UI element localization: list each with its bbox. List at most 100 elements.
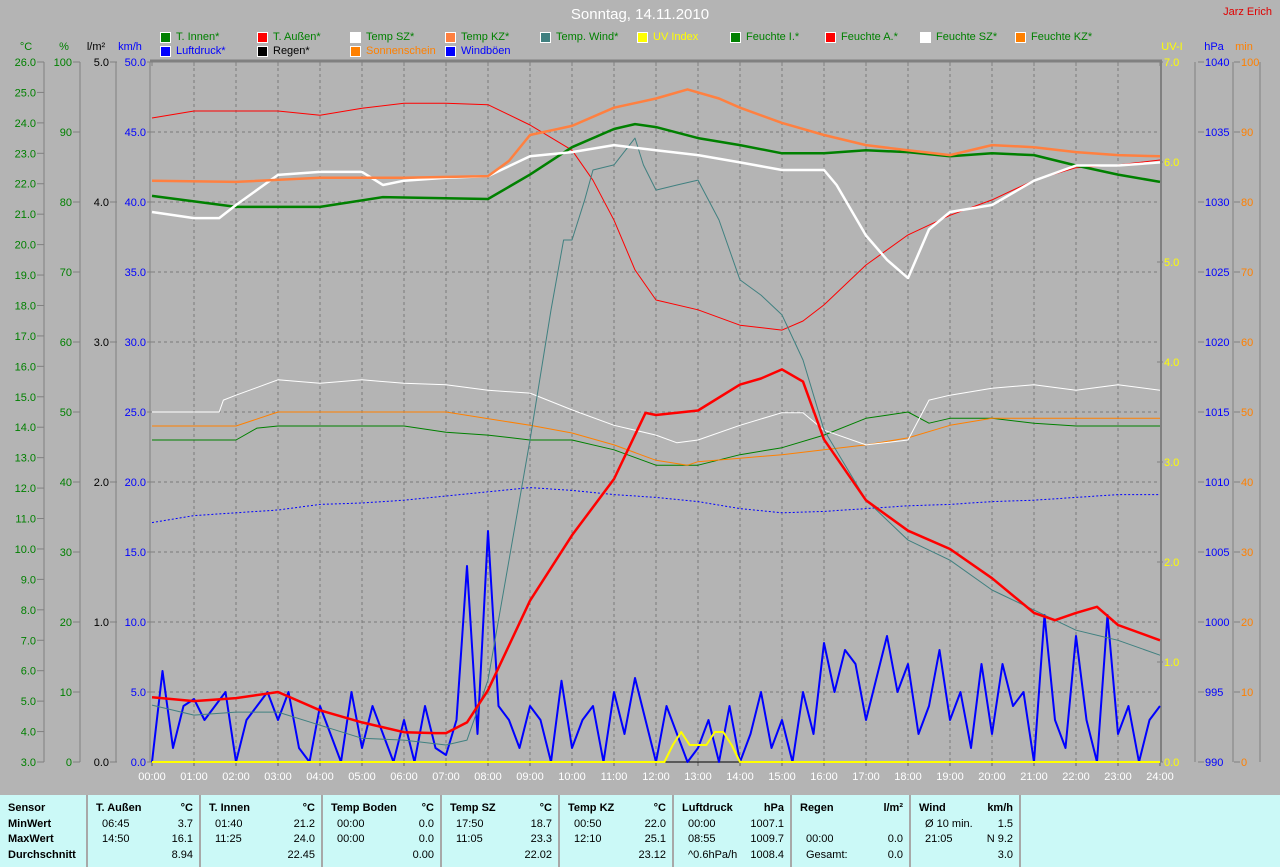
stats-label (800, 817, 903, 833)
y-tick-label-press: 1020 (1205, 337, 1229, 349)
stats-row: 0.00 (331, 848, 434, 864)
x-tick-label: 17:00 (852, 771, 880, 783)
stats-value: °C (302, 802, 315, 814)
legend-label: Regen* (273, 45, 310, 57)
series-luftdruck (151, 487, 1160, 524)
x-tick-label: 16:00 (810, 771, 838, 783)
stats-label: Regen (800, 802, 834, 814)
y-tick-label-wind: 10.0 (125, 617, 146, 629)
stats-value: l/m² (883, 802, 903, 814)
legend-swatch (160, 31, 171, 43)
y-tick-label-temp: 26.0 (15, 57, 36, 69)
legend-item: T. Innen* (160, 31, 219, 43)
stats-row: MaxWert (8, 832, 80, 848)
stats-row: 00:00 1007.1 (682, 817, 784, 833)
stats-label: 12:10 (574, 833, 602, 845)
axis-unit-wind: km/h (118, 41, 142, 53)
y-tick-label-wind: 5.0 (131, 687, 146, 699)
stats-row: 23.12 (568, 848, 666, 864)
y-tick-label-temp: 7.0 (21, 635, 36, 647)
y-tick-label-rain: 5.0 (94, 57, 109, 69)
y-tick-label-temp: 13.0 (15, 453, 36, 465)
y-tick-label-press: 1005 (1205, 547, 1229, 559)
legend-label: Feuchte KZ* (1031, 31, 1093, 43)
stats-row: 01:40 21.2 (209, 817, 315, 833)
legend-swatch (730, 31, 741, 43)
y-tick-label-hum: 90 (60, 127, 72, 139)
stats-row: 8.94 (96, 848, 193, 864)
legend-swatch (825, 31, 836, 43)
y-tick-label-wind: 30.0 (125, 337, 146, 349)
x-tick-label: 07:00 (432, 771, 460, 783)
stats-table: Sensor MinWert MaxWert Durchschnitt T. Außen… (0, 795, 1280, 867)
stats-label (450, 848, 524, 864)
x-tick-label: 18:00 (894, 771, 922, 783)
y-tick-label-temp: 5.0 (21, 696, 36, 708)
y-tick-label-temp: 18.0 (15, 300, 36, 312)
stats-row: 00:00 0.0 (331, 817, 434, 833)
y-tick-label-hum: 40 (60, 477, 72, 489)
stats-value: °C (421, 802, 434, 814)
x-tick-label: 06:00 (390, 771, 418, 783)
y-tick-label-press: 1035 (1205, 127, 1229, 139)
y-tick-label-hum: 100 (54, 57, 72, 69)
y-tick-label-press: 990 (1205, 757, 1223, 769)
stats-label: 21:05 (925, 833, 953, 845)
x-tick-label: 00:00 (138, 771, 166, 783)
y-tick-label-press: 1010 (1205, 477, 1229, 489)
legend-item: UV Index (637, 31, 698, 43)
stats-label: Gesamt: (806, 848, 848, 861)
legend-item: Temp SZ* (350, 31, 414, 43)
legend-label: T. Außen* (273, 31, 321, 43)
y-tick-label-rain: 3.0 (94, 337, 109, 349)
x-tick-label: 03:00 (264, 771, 292, 783)
y-tick-label-sun: 30 (1241, 547, 1253, 559)
x-tick-label: 22:00 (1062, 771, 1090, 783)
axis-unit-hum: % (59, 41, 69, 53)
stats-value: 8.94 (171, 848, 193, 861)
stats-label: ^0.6hPa/h (688, 848, 738, 861)
stats-label: Luftdruck (682, 802, 733, 814)
legend-item: Feuchte KZ* (1015, 31, 1092, 43)
y-tick-label-wind: 40.0 (125, 197, 146, 209)
axis-unit-press: hPa (1204, 41, 1224, 53)
legend-swatch (160, 45, 171, 57)
stats-label: 00:00 (337, 833, 365, 845)
legend-item: Luftdruck* (160, 45, 226, 57)
x-tick-label: 02:00 (222, 771, 250, 783)
y-tick-label-sun: 50 (1241, 407, 1253, 419)
y-tick-label-sun: 70 (1241, 267, 1253, 279)
x-tick-label: 05:00 (348, 771, 376, 783)
x-tick-label: 23:00 (1104, 771, 1132, 783)
y-tick-label-sun: 90 (1241, 127, 1253, 139)
stats-value: 16.1 (171, 833, 193, 845)
stats-label: MinWert (8, 817, 52, 830)
y-tick-label-uv: 0.0 (1164, 757, 1179, 769)
author-label: Jarz Erich (1223, 6, 1272, 18)
stats-label: 11:05 (456, 833, 483, 845)
y-tick-label-temp: 24.0 (15, 118, 36, 130)
stats-row: 22.02 (450, 848, 552, 864)
y-tick-label-temp: 10.0 (15, 544, 36, 556)
y-tick-label-hum: 30 (60, 547, 72, 559)
stats-row: 00:00 0.0 (331, 832, 434, 848)
x-tick-label: 09:00 (516, 771, 544, 783)
x-tick-label: 12:00 (642, 771, 670, 783)
series-feuchte-i (152, 411, 1160, 466)
axis-unit-rain: l/m² (87, 41, 106, 53)
stats-label: Ø 10 min. (925, 817, 973, 830)
y-tick-label-temp: 22.0 (15, 179, 36, 191)
legend-swatch (445, 45, 456, 57)
stats-row: Durchschnitt (8, 848, 80, 864)
stats-row: 00:50 22.0 (568, 817, 666, 833)
stats-header: Temp Boden °C (331, 801, 434, 817)
y-tick-label-temp: 9.0 (21, 574, 36, 586)
stats-value: 22.0 (644, 817, 666, 830)
stats-label: 08:55 (688, 833, 716, 845)
legend-label: Sonnenschein (366, 45, 436, 57)
y-tick-label-uv: 3.0 (1164, 457, 1179, 469)
legend-item: Sonnenschein (350, 45, 436, 57)
stats-row: 06:45 3.7 (96, 817, 193, 833)
stats-label: 06:45 (102, 817, 130, 830)
stats-label: Temp KZ (568, 802, 615, 814)
